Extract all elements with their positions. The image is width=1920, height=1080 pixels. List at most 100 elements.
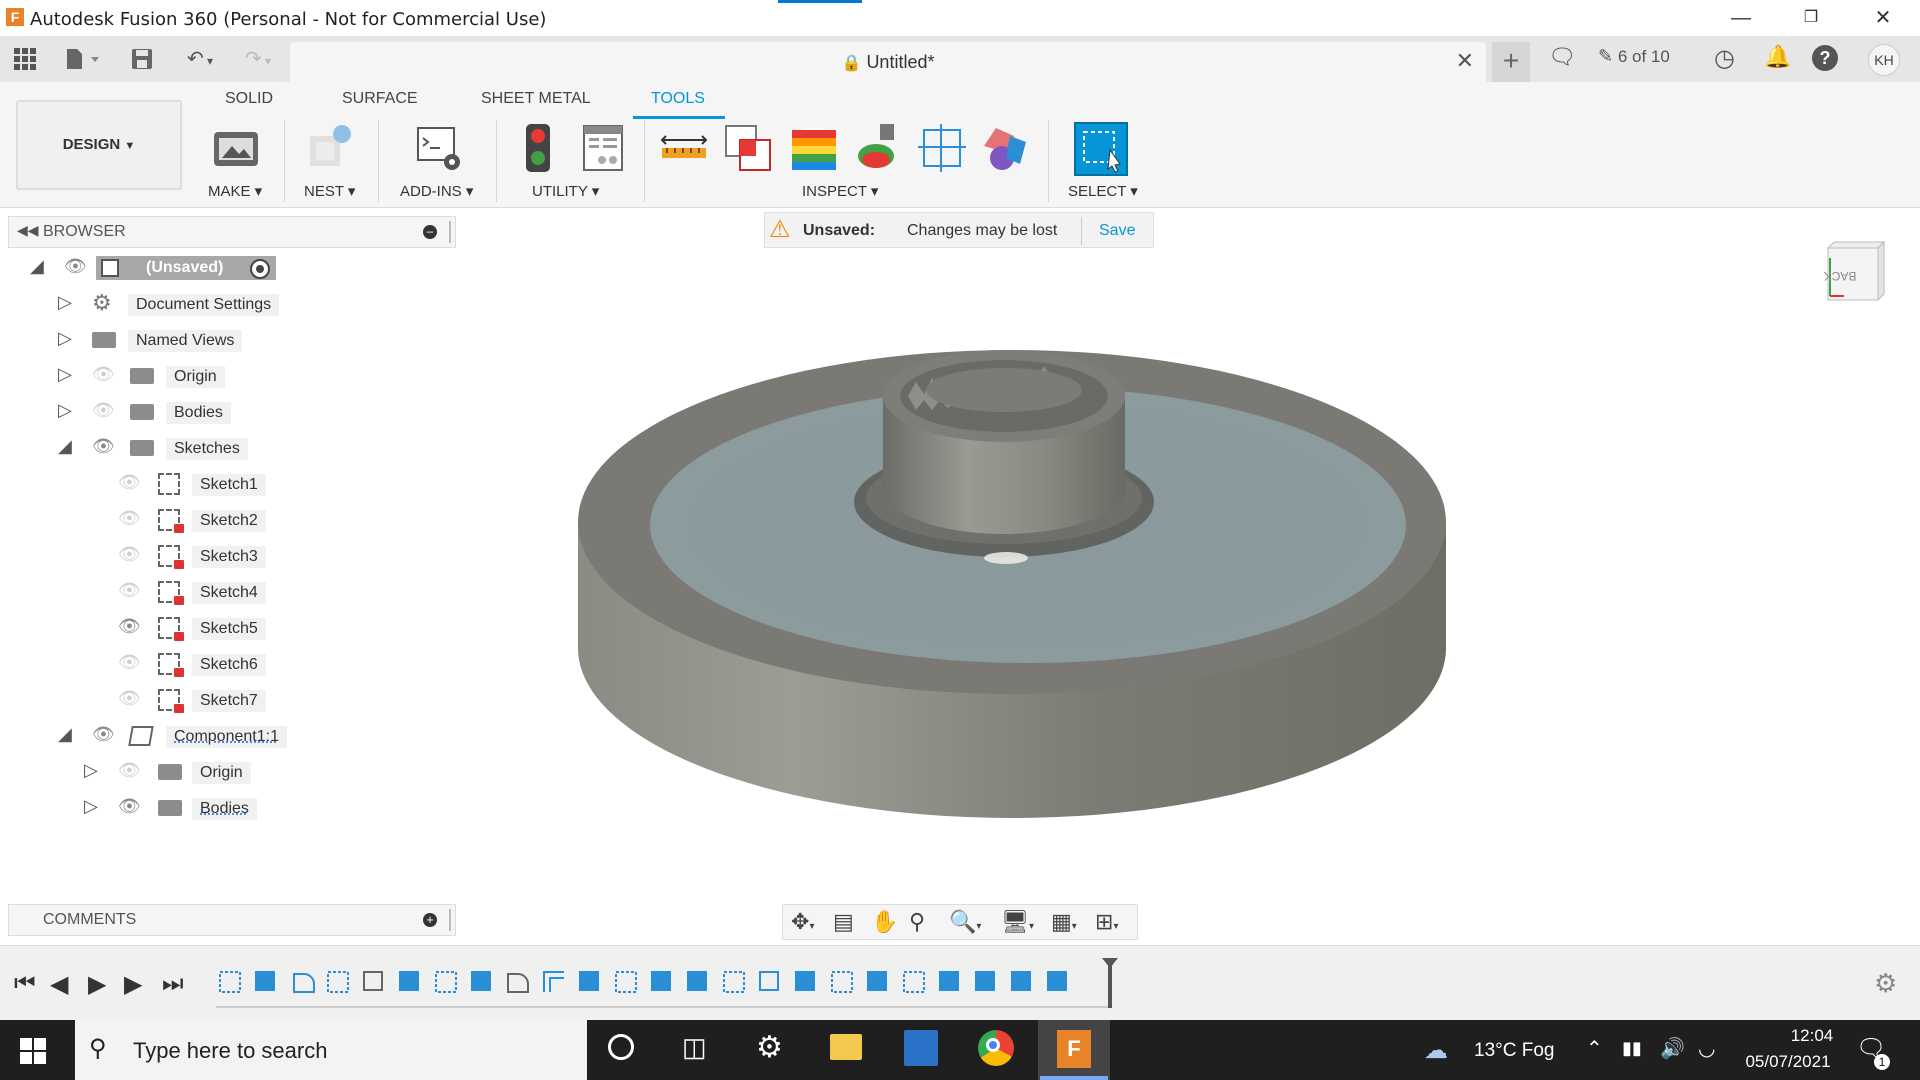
look-at-icon[interactable]: ▤ xyxy=(833,909,854,935)
tab-sheet-metal[interactable]: SHEET METAL xyxy=(481,90,591,108)
expand-triangle-icon[interactable]: ▷ xyxy=(58,292,72,313)
job-status[interactable]: ✎ 6 of 10 xyxy=(1598,46,1670,67)
notification-bell-icon[interactable]: 🔔 xyxy=(1764,44,1791,70)
tree-node-sketch[interactable]: 👁 Sketch7 xyxy=(0,686,456,714)
tree-node-sketches[interactable]: ◢ 👁 Sketches xyxy=(0,434,456,462)
tree-node-component-bodies[interactable]: ▷ 👁 Bodies xyxy=(0,794,456,822)
restore-icon[interactable]: ❐ xyxy=(1788,4,1834,32)
fit-zoom-icon[interactable]: 🔍▾ xyxy=(949,909,981,935)
traffic-light-icon[interactable] xyxy=(512,122,566,176)
settings-gear-icon[interactable]: ⚙ xyxy=(756,1030,783,1065)
comment-icon[interactable]: 🗨 xyxy=(1548,44,1576,70)
nest-icon[interactable] xyxy=(302,122,356,176)
tree-node-document-settings[interactable]: ▷ ⚙ Document Settings xyxy=(0,290,456,318)
expand-triangle-icon[interactable]: ▷ xyxy=(84,796,98,817)
expand-triangle-icon[interactable]: ▷ xyxy=(58,400,72,421)
timeline-marker-handle-icon[interactable] xyxy=(1102,958,1118,968)
taskbar-search[interactable]: ⚲ Type here to search xyxy=(75,1020,587,1080)
visibility-eye-off-icon[interactable]: 👁 xyxy=(118,688,141,709)
visibility-eye-icon[interactable]: 👁 xyxy=(118,616,141,637)
wifi-icon[interactable]: ◡ xyxy=(1698,1036,1715,1061)
close-icon[interactable]: ✕ xyxy=(1860,4,1906,32)
tree-node-root[interactable]: ◢ 👁 (Unsaved) xyxy=(0,254,456,282)
tree-node-sketch[interactable]: 👁 Sketch5 xyxy=(0,614,456,642)
weather-text[interactable]: 13°C Fog xyxy=(1474,1040,1554,1062)
go-to-start-icon[interactable]: ⏮ xyxy=(14,970,36,998)
visibility-eye-off-icon[interactable]: 👁 xyxy=(118,544,141,565)
measure-icon[interactable] xyxy=(658,122,712,176)
section-analysis-icon[interactable] xyxy=(916,122,970,176)
scripts-addins-icon[interactable] xyxy=(412,122,466,176)
timeline-marker[interactable] xyxy=(1108,962,1112,1008)
task-view-icon[interactable]: ◫ xyxy=(682,1032,707,1063)
help-icon[interactable]: ? xyxy=(1812,45,1838,71)
speaker-icon[interactable]: 🔊 xyxy=(1660,1036,1685,1061)
add-comment-icon[interactable]: + xyxy=(423,913,437,927)
orbit-icon[interactable]: ✥▾ xyxy=(791,909,814,935)
component-color-cycling-icon[interactable] xyxy=(980,122,1034,176)
visibility-eye-off-icon[interactable]: 👁 xyxy=(92,364,115,385)
save-icon[interactable] xyxy=(128,44,156,74)
play-icon[interactable]: ▶ xyxy=(88,970,106,999)
visibility-eye-icon[interactable]: 👁 xyxy=(64,256,87,277)
interference-icon[interactable] xyxy=(722,122,776,176)
visibility-eye-icon[interactable]: 👁 xyxy=(92,436,115,457)
expand-triangle-icon[interactable]: ▷ xyxy=(58,364,72,385)
step-forward-icon[interactable]: ▶ xyxy=(124,970,142,999)
tree-node-sketch[interactable]: 👁 Sketch3 xyxy=(0,542,456,570)
browser-panel-header[interactable]: ◀◀ BROWSER – xyxy=(8,216,456,248)
chrome-icon[interactable] xyxy=(978,1030,1014,1066)
comments-panel-header[interactable]: COMMENTS + xyxy=(8,904,456,936)
display-settings-icon[interactable]: 🖥▾ xyxy=(1001,909,1034,935)
tab-tools[interactable]: TOOLS xyxy=(651,90,705,108)
step-back-icon[interactable]: ◀ xyxy=(50,970,68,999)
battery-icon[interactable]: ▮▮ xyxy=(1622,1038,1642,1059)
tree-node-sketch[interactable]: 👁 Sketch2 xyxy=(0,506,456,534)
clock-date[interactable]: 05/07/2021 xyxy=(1736,1052,1840,1072)
minimize-icon[interactable]: — xyxy=(1718,4,1764,32)
new-tab-plus-icon[interactable]: + xyxy=(1492,42,1530,82)
visibility-eye-off-icon[interactable]: 👁 xyxy=(118,652,141,673)
table-report-icon[interactable] xyxy=(578,122,632,176)
weather-cloud-icon[interactable]: ☁ xyxy=(1424,1036,1448,1065)
tab-surface[interactable]: SURFACE xyxy=(342,90,418,108)
chevron-up-icon[interactable]: ⌃ xyxy=(1586,1036,1603,1061)
view-cube[interactable]: BACK xyxy=(1824,238,1888,308)
file-menu-icon[interactable] xyxy=(60,44,104,74)
save-link[interactable]: Save xyxy=(1099,222,1135,240)
3d-viewport[interactable] xyxy=(460,240,1920,940)
pan-hand-icon[interactable]: ✋ xyxy=(871,909,898,935)
clock-time[interactable]: 12:04 xyxy=(1760,1026,1864,1046)
windows-start-icon[interactable] xyxy=(20,1038,46,1069)
tree-node-origin[interactable]: ▷ 👁 Origin xyxy=(0,362,456,390)
go-to-end-icon[interactable]: ⏭ xyxy=(162,970,184,998)
tree-node-sketch[interactable]: 👁 Sketch4 xyxy=(0,578,456,606)
viewports-icon[interactable]: ⊞▾ xyxy=(1095,909,1118,935)
file-explorer-icon[interactable] xyxy=(830,1034,862,1060)
collapse-triangle-icon[interactable]: ◢ xyxy=(58,724,72,745)
close-tab-icon[interactable]: ✕ xyxy=(1456,48,1474,74)
draft-analysis-icon[interactable] xyxy=(852,122,906,176)
timeline-settings-gear-icon[interactable]: ⚙ xyxy=(1874,968,1897,999)
expand-triangle-icon[interactable]: ▷ xyxy=(58,328,72,349)
zebra-analysis-icon[interactable] xyxy=(788,122,842,176)
collapse-triangle-icon[interactable]: ◢ xyxy=(30,256,44,277)
panel-pin-icon[interactable] xyxy=(449,221,451,243)
tree-node-component[interactable]: ◢ 👁 Component1:1 xyxy=(0,722,456,750)
select-menu[interactable]: SELECT ▾ xyxy=(1068,182,1138,200)
tree-node-component-origin[interactable]: ▷ 👁 Origin xyxy=(0,758,456,786)
collapse-panel-icon[interactable]: ◀◀ xyxy=(17,222,39,239)
select-icon[interactable] xyxy=(1074,122,1128,176)
zoom-icon[interactable]: ⚲ xyxy=(909,909,925,935)
collapse-triangle-icon[interactable]: ◢ xyxy=(58,436,72,457)
visibility-eye-off-icon[interactable]: 👁 xyxy=(118,580,141,601)
document-tab[interactable]: 🔒 Untitled* ✕ xyxy=(290,42,1486,82)
expand-triangle-icon[interactable]: ▷ xyxy=(84,760,98,781)
winrar-icon[interactable] xyxy=(904,1030,938,1066)
app-grid-icon[interactable] xyxy=(10,44,40,74)
nest-menu[interactable]: NEST ▾ xyxy=(304,182,355,200)
clock-icon[interactable]: ◷ xyxy=(1714,44,1735,73)
visibility-eye-off-icon[interactable]: 👁 xyxy=(118,508,141,529)
user-avatar[interactable]: KH xyxy=(1868,44,1900,76)
grid-settings-icon[interactable]: ▦▾ xyxy=(1051,909,1077,935)
